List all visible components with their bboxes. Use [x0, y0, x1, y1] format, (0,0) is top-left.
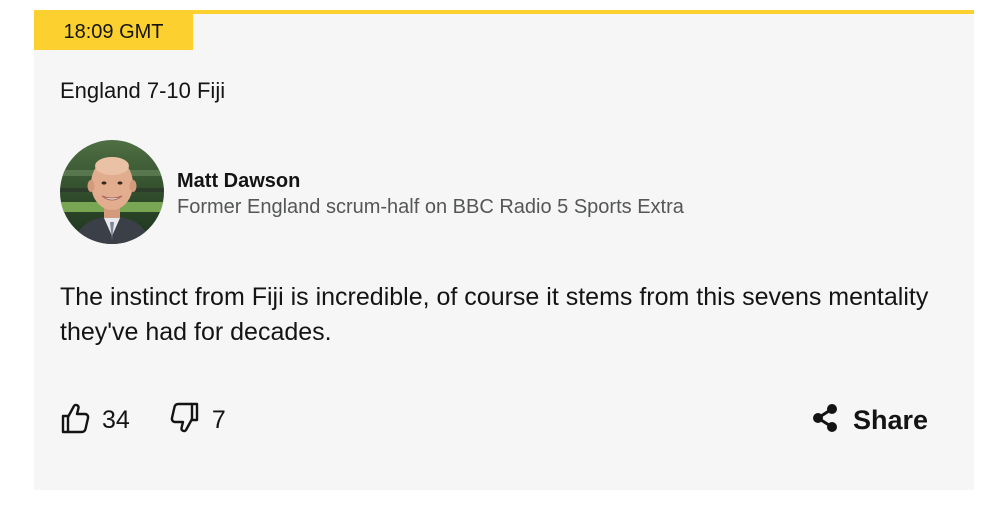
dislike-button[interactable]: 7: [170, 402, 226, 439]
author-role: Former England scrum-half on BBC Radio 5…: [177, 196, 684, 218]
like-count: 34: [102, 405, 130, 434]
dislike-count: 7: [211, 405, 226, 434]
thumbs-down-icon: [170, 402, 200, 439]
author-name: Matt Dawson: [177, 170, 301, 192]
post-headline: England 7-10 Fiji: [60, 78, 226, 103]
share-icon: [811, 403, 839, 438]
author-avatar: [60, 140, 164, 244]
share-button[interactable]: Share: [811, 400, 928, 440]
reactions-bar: 34 7: [60, 400, 226, 440]
thumbs-up-icon: [60, 402, 90, 439]
like-button[interactable]: 34: [60, 402, 130, 439]
live-post-card: 18:09 GMT England 7-10 Fiji Matt Dawson …: [34, 10, 974, 490]
post-quote: The instinct from Fiji is incredible, of…: [60, 283, 929, 346]
timestamp-badge: 18:09 GMT: [34, 14, 193, 50]
share-label: Share: [852, 404, 928, 435]
